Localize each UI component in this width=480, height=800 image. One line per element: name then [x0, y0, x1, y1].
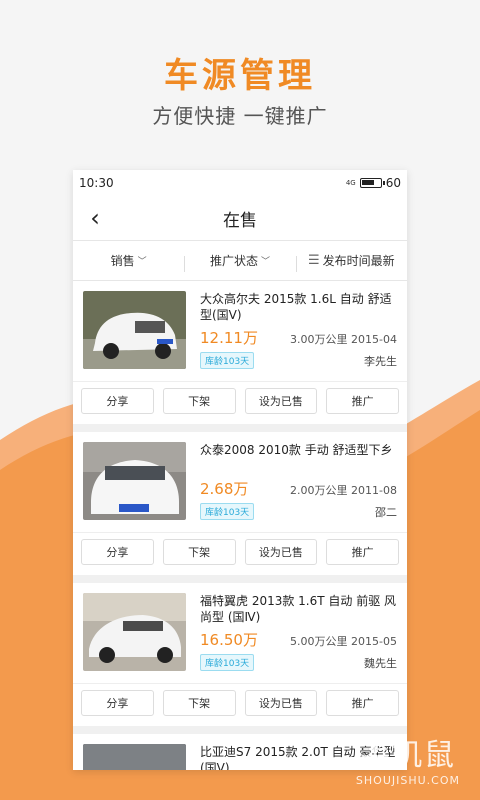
- offline-button[interactable]: 下架: [162, 388, 236, 414]
- back-icon[interactable]: ‹: [83, 204, 107, 232]
- status-time: 10:30: [79, 176, 114, 190]
- promote-button[interactable]: 推广: [326, 539, 399, 565]
- car-price: 16.50万: [200, 631, 258, 649]
- car-title: 众泰2008 2010款 手动 舒适型下乡: [200, 443, 393, 457]
- chevron-down-icon: ﹀: [260, 257, 270, 267]
- filter-sort-publish-time[interactable]: ☰ 发布时间最新: [295, 252, 407, 272]
- phone-screen: 10:30 4G 60 ‹ 在售 销售 ﹀ 推广状态 ﹀ ☰ 发布时间最新 大众…: [73, 170, 407, 770]
- stock-age-badge: 库龄103天: [200, 654, 255, 671]
- car-title: 大众高尔夫 2015款 1.6L 自动 舒适型(国Ⅴ): [200, 292, 392, 322]
- network-icon: 4G: [345, 179, 356, 187]
- car-photo: [83, 744, 186, 770]
- card-actions: 分享 下架 设为已售 推广: [73, 532, 407, 575]
- car-photo: [83, 593, 186, 671]
- battery-icon: [359, 178, 385, 188]
- filter-bar: 销售 ﹀ 推广状态 ﹀ ☰ 发布时间最新: [73, 241, 407, 281]
- offline-button[interactable]: 下架: [162, 539, 236, 565]
- car-photo: [83, 442, 186, 520]
- filter-sales[interactable]: 销售 ﹀: [73, 252, 184, 269]
- promo-subline: 方便快捷 一键推广: [152, 104, 328, 128]
- stock-age-badge: 库龄103天: [200, 352, 255, 369]
- filter-label: 推广状态: [209, 254, 258, 268]
- mark-sold-button[interactable]: 设为已售: [244, 388, 318, 414]
- car-mileage-year: 2.00万公里 2011-08: [290, 484, 397, 497]
- car-mileage-year: 5.00万公里 2015-05: [290, 635, 397, 648]
- stock-age-badge: 库龄103天: [200, 503, 255, 520]
- promote-button[interactable]: 推广: [326, 690, 399, 716]
- watermark-main: 手机鼠: [359, 738, 456, 773]
- filter-label: 发布时间最新: [322, 254, 395, 268]
- list-item[interactable]: 大众高尔夫 2015款 1.6L 自动 舒适型(国Ⅴ) 12.11万 3.00万…: [73, 281, 407, 424]
- share-button[interactable]: 分享: [81, 690, 154, 716]
- status-icons: 4G 60: [346, 176, 401, 190]
- nav-bar: ‹ 在售: [73, 196, 407, 241]
- share-button[interactable]: 分享: [81, 388, 154, 414]
- car-list: 大众高尔夫 2015款 1.6L 自动 舒适型(国Ⅴ) 12.11万 3.00万…: [73, 281, 407, 770]
- page-title: 在售: [223, 210, 257, 231]
- card-actions: 分享 下架 设为已售 推广: [73, 683, 407, 726]
- site-watermark: 手机鼠 SHOUJISHU.COM: [356, 730, 460, 787]
- mark-sold-button[interactable]: 设为已售: [244, 690, 318, 716]
- car-title: 福特翼虎 2013款 1.6T 自动 前驱 风尚型 (国Ⅳ): [200, 594, 397, 624]
- share-button[interactable]: 分享: [81, 539, 154, 565]
- car-price: 2.68万: [200, 480, 249, 498]
- status-bar: 10:30 4G 60: [73, 170, 407, 196]
- filter-promotion-status[interactable]: 推广状态 ﹀: [184, 252, 295, 272]
- chevron-down-icon: ﹀: [137, 257, 147, 267]
- car-owner: 李先生: [364, 354, 397, 368]
- mark-sold-button[interactable]: 设为已售: [244, 539, 318, 565]
- offline-button[interactable]: 下架: [162, 690, 236, 716]
- promote-button[interactable]: 推广: [326, 388, 399, 414]
- battery-level: 60: [385, 176, 401, 190]
- watermark-sub: SHOUJISHU.COM: [355, 774, 460, 787]
- car-photo: [83, 291, 186, 369]
- car-price: 12.11万: [200, 329, 258, 347]
- car-owner: 邵二: [375, 505, 397, 519]
- list-item[interactable]: 福特翼虎 2013款 1.6T 自动 前驱 风尚型 (国Ⅳ) 16.50万 5.…: [73, 583, 407, 726]
- list-item[interactable]: 众泰2008 2010款 手动 舒适型下乡 2.68万 2.00万公里 2011…: [73, 432, 407, 575]
- list-icon: ☰: [307, 253, 320, 268]
- car-mileage-year: 3.00万公里 2015-04: [290, 333, 397, 346]
- promo-headline: 车源管理: [164, 56, 316, 96]
- car-owner: 魏先生: [364, 656, 397, 670]
- filter-label: 销售: [110, 254, 135, 268]
- card-actions: 分享 下架 设为已售 推广: [73, 381, 407, 424]
